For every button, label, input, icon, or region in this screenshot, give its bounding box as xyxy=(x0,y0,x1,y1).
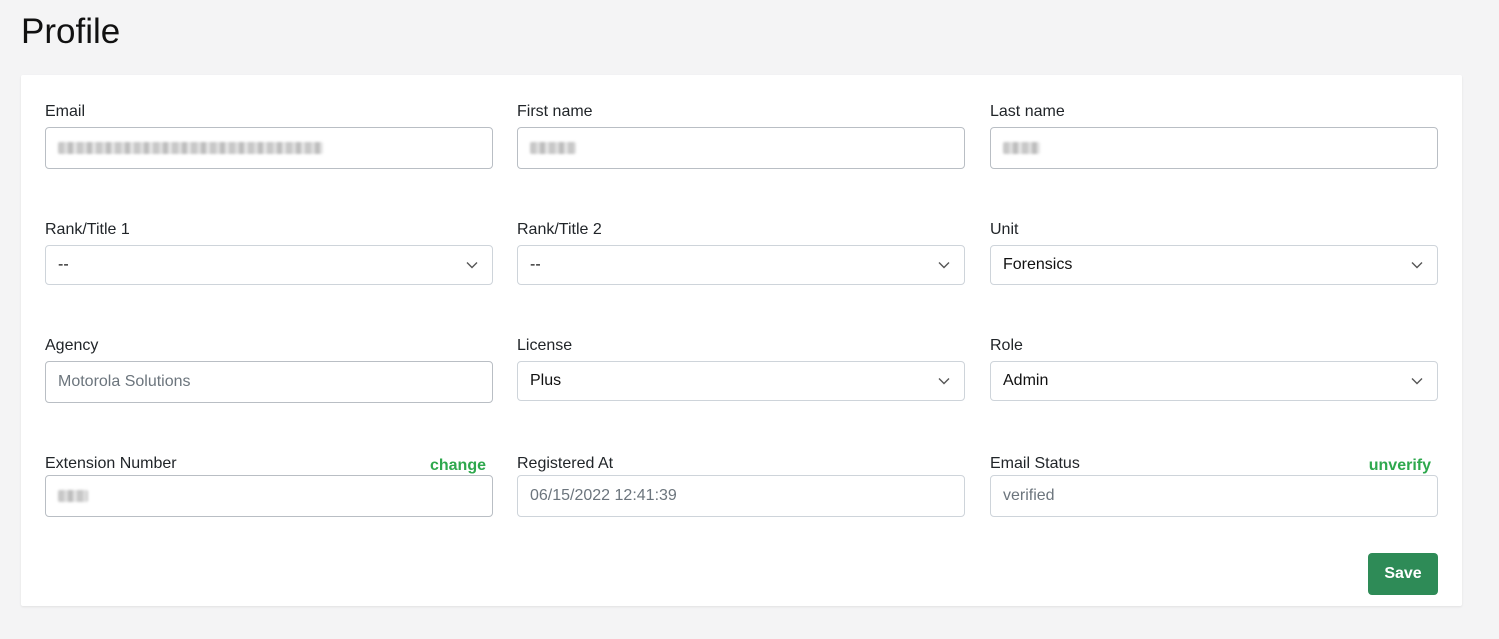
email-field-group: Email xyxy=(45,102,493,169)
rank-title-1-field-group: Rank/Title 1 -- xyxy=(45,220,493,285)
agency-field-group: Agency Motorola Solutions xyxy=(45,336,493,403)
unit-label: Unit xyxy=(990,221,1019,238)
unit-value: Forensics xyxy=(1003,256,1073,273)
chevron-down-icon xyxy=(938,378,950,385)
registered-at-value: 06/15/2022 12:41:39 xyxy=(530,487,677,504)
rank-title-2-field-group: Rank/Title 2 -- xyxy=(517,220,965,285)
email-status-input[interactable]: verified xyxy=(990,475,1438,517)
redacted-extension-value xyxy=(58,490,88,502)
last-name-field-group: Last name xyxy=(990,102,1438,169)
role-label: Role xyxy=(990,337,1023,354)
email-label: Email xyxy=(45,103,86,120)
email-status-label: Email Status xyxy=(990,455,1080,472)
email-status-value: verified xyxy=(1003,487,1055,504)
chevron-down-icon xyxy=(466,262,478,269)
first-name-label: First name xyxy=(517,103,593,120)
agency-label: Agency xyxy=(45,337,99,354)
save-button[interactable]: Save xyxy=(1368,553,1438,595)
license-field-group: License Plus xyxy=(517,336,965,401)
license-value: Plus xyxy=(530,372,562,389)
unverify-link[interactable]: unverify xyxy=(1369,456,1431,476)
redacted-email-value xyxy=(58,142,323,154)
last-name-input[interactable] xyxy=(990,127,1438,169)
agency-input[interactable]: Motorola Solutions xyxy=(45,361,493,403)
chevron-down-icon xyxy=(1411,262,1423,269)
last-name-label: Last name xyxy=(990,103,1065,120)
role-select[interactable]: Admin xyxy=(990,361,1438,401)
redacted-last-name-value xyxy=(1003,142,1040,154)
email-input[interactable] xyxy=(45,127,493,169)
rank-title-1-select[interactable]: -- xyxy=(45,245,493,285)
role-value: Admin xyxy=(1003,372,1049,389)
extension-number-input[interactable] xyxy=(45,475,493,517)
registered-at-input[interactable]: 06/15/2022 12:41:39 xyxy=(517,475,965,517)
change-extension-link[interactable]: change xyxy=(430,456,486,476)
registered-at-field-group: Registered At 06/15/2022 12:41:39 xyxy=(517,454,965,517)
first-name-field-group: First name xyxy=(517,102,965,169)
rank-title-2-select[interactable]: -- xyxy=(517,245,965,285)
rank-title-2-label: Rank/Title 2 xyxy=(517,221,602,238)
license-select[interactable]: Plus xyxy=(517,361,965,401)
rank-title-2-value: -- xyxy=(530,256,541,273)
unit-select[interactable]: Forensics xyxy=(990,245,1438,285)
chevron-down-icon xyxy=(938,262,950,269)
redacted-first-name-value xyxy=(530,142,576,154)
registered-at-label: Registered At xyxy=(517,455,614,472)
rank-title-1-label: Rank/Title 1 xyxy=(45,221,130,238)
rank-title-1-value: -- xyxy=(58,256,69,273)
extension-number-field-group: Extension Number change xyxy=(45,454,493,517)
first-name-input[interactable] xyxy=(517,127,965,169)
unit-field-group: Unit Forensics xyxy=(990,220,1438,285)
license-label: License xyxy=(517,337,573,354)
chevron-down-icon xyxy=(1411,378,1423,385)
profile-form-card: Email First name Last name Rank/Title 1 … xyxy=(21,75,1462,606)
email-status-field-group: Email Status unverify verified xyxy=(990,454,1438,517)
agency-value: Motorola Solutions xyxy=(58,373,191,390)
page-title: Profile xyxy=(21,12,121,51)
extension-number-label: Extension Number xyxy=(45,455,177,472)
role-field-group: Role Admin xyxy=(990,336,1438,401)
